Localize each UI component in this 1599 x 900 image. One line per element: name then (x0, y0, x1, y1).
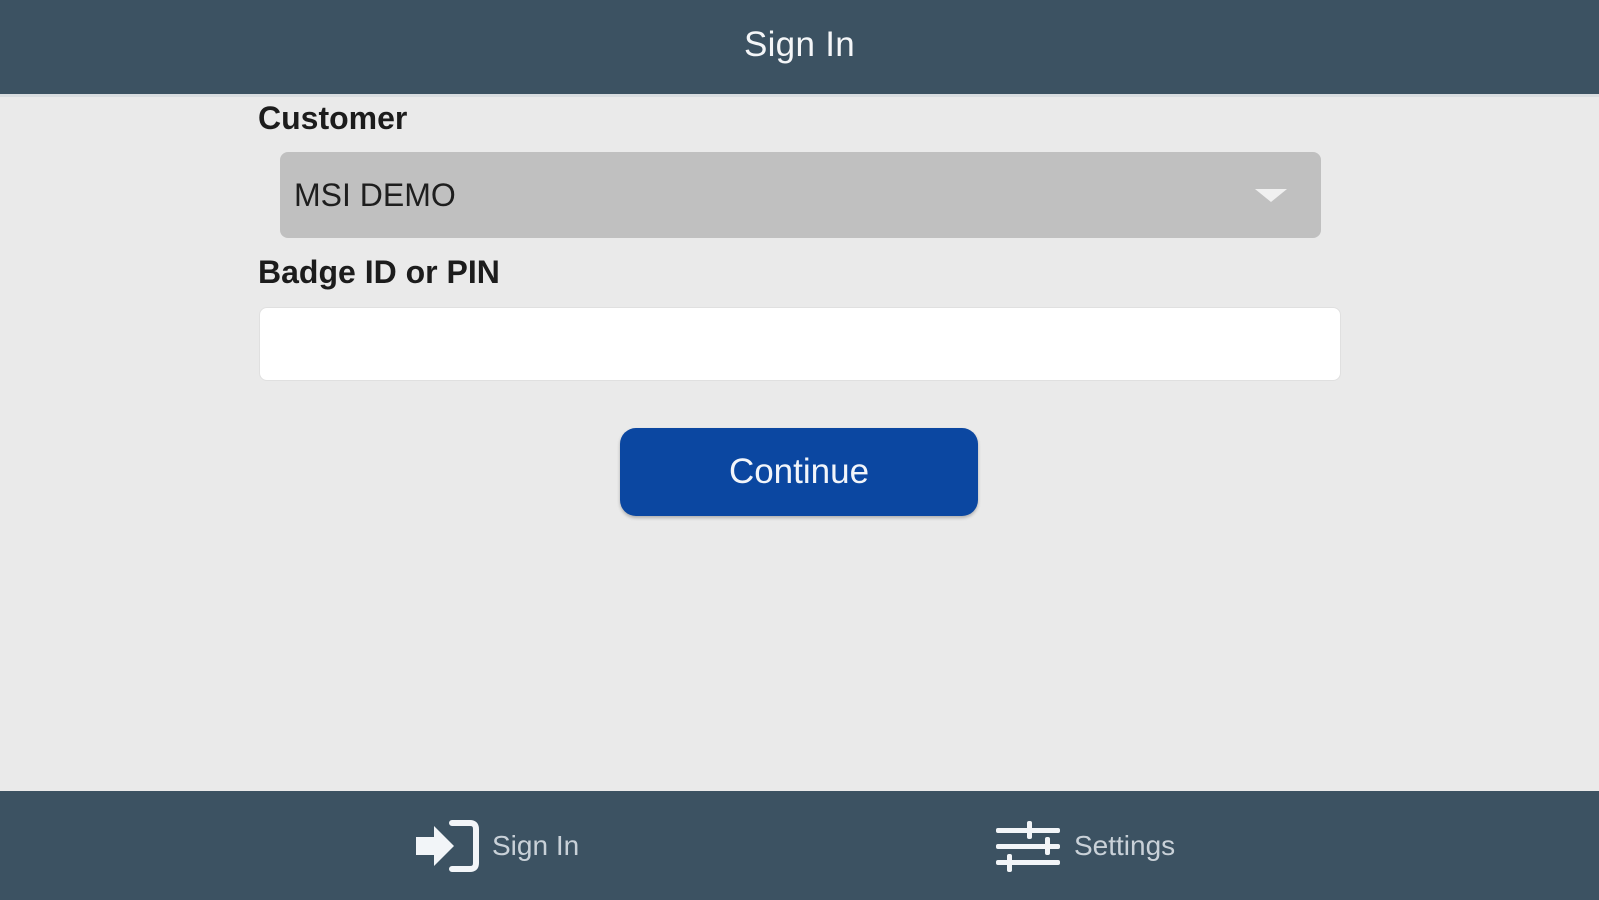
customer-select-value: MSI DEMO (294, 176, 456, 213)
sign-in-screen: Sign In Customer MSI DEMO Badge ID or PI… (0, 0, 1599, 900)
sliders-icon (994, 818, 1062, 874)
tab-bar: Sign In Settings (0, 791, 1599, 900)
chevron-down-icon (1255, 189, 1287, 202)
customer-label: Customer (258, 100, 408, 136)
tab-sign-in-label: Sign In (492, 829, 580, 861)
customer-select[interactable]: MSI DEMO (280, 152, 1321, 238)
sign-in-icon (412, 818, 480, 874)
badge-label: Badge ID or PIN (258, 254, 500, 290)
badge-id-input[interactable] (259, 307, 1341, 381)
tab-settings[interactable]: Settings (994, 791, 1175, 900)
continue-button[interactable]: Continue (620, 428, 978, 516)
tab-settings-label: Settings (1074, 829, 1176, 861)
continue-button-label: Continue (728, 452, 870, 491)
tab-sign-in[interactable]: Sign In (412, 791, 579, 900)
navigation-bar: Sign In (0, 0, 1599, 97)
page-title: Sign In (743, 25, 856, 64)
